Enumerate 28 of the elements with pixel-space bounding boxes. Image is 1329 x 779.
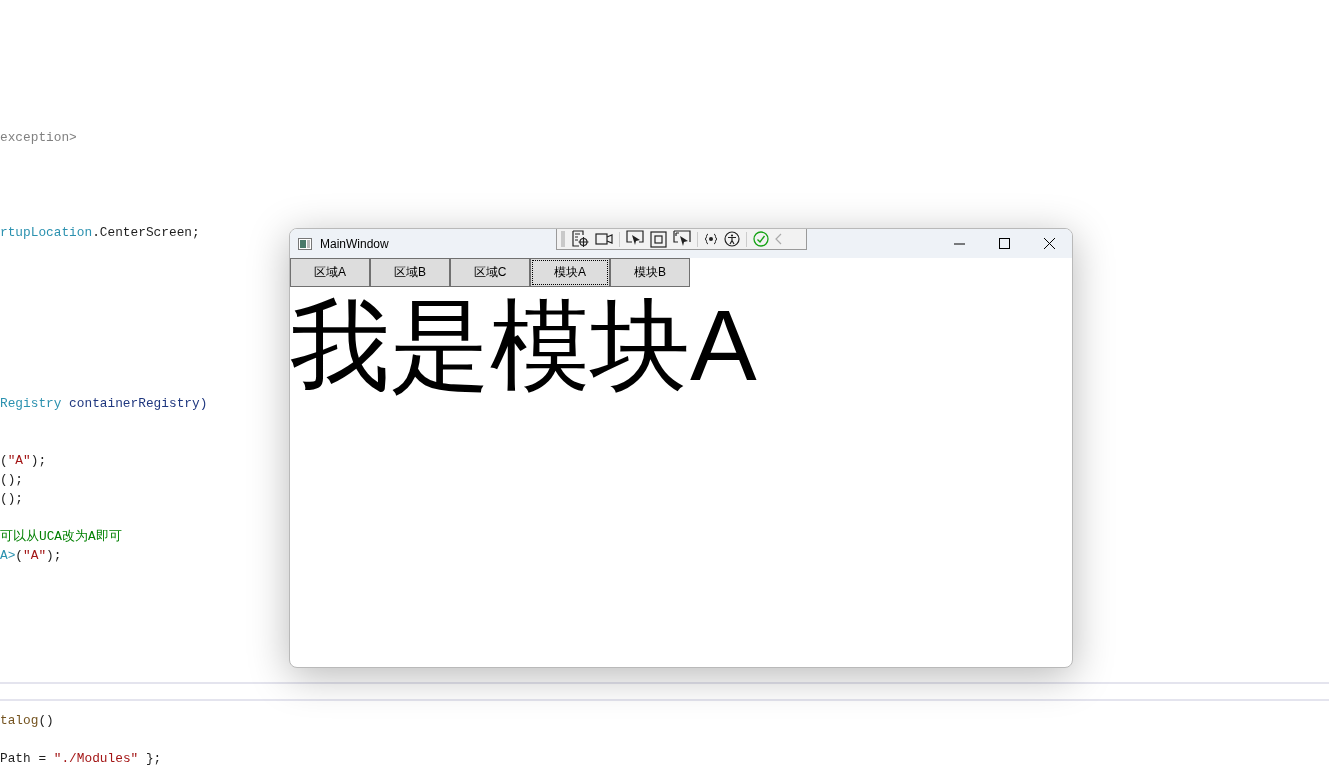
- code-line: ();: [0, 471, 24, 489]
- code-line: talog(): [0, 712, 54, 730]
- region-button[interactable]: 区域C: [450, 258, 530, 287]
- region-button[interactable]: 模块B: [610, 258, 690, 287]
- grip-handle[interactable]: [561, 231, 565, 247]
- app-icon: [298, 237, 312, 250]
- code-line: 可以从UCA改为A即可: [0, 528, 122, 546]
- code-line: rtupLocation.CenterScreen;: [0, 224, 200, 242]
- close-icon: [1044, 238, 1055, 249]
- accessibility-icon[interactable]: [724, 231, 740, 247]
- check-circle-icon[interactable]: [753, 231, 769, 247]
- minimize-icon: [954, 242, 965, 245]
- code-line: Path = "./Modules" };: [0, 750, 162, 768]
- code-line: ();: [0, 490, 24, 508]
- region-button[interactable]: 模块A: [530, 258, 610, 287]
- code-line: A>("A");: [0, 547, 62, 565]
- braces-icon[interactable]: [704, 233, 718, 245]
- square-frame-icon[interactable]: [650, 230, 667, 248]
- region-button[interactable]: 区域B: [370, 258, 450, 287]
- module-text: 我是模块A: [290, 290, 757, 400]
- region-button[interactable]: 区域A: [290, 258, 370, 287]
- maximize-icon: [999, 238, 1010, 249]
- inspect-icon[interactable]: [571, 230, 589, 248]
- code-line: ("A");: [0, 452, 47, 470]
- code-line: Registry containerRegistry): [0, 395, 208, 413]
- video-camera-icon[interactable]: [595, 232, 613, 246]
- window-title: MainWindow: [320, 236, 389, 251]
- code-line: exception>: [0, 129, 77, 147]
